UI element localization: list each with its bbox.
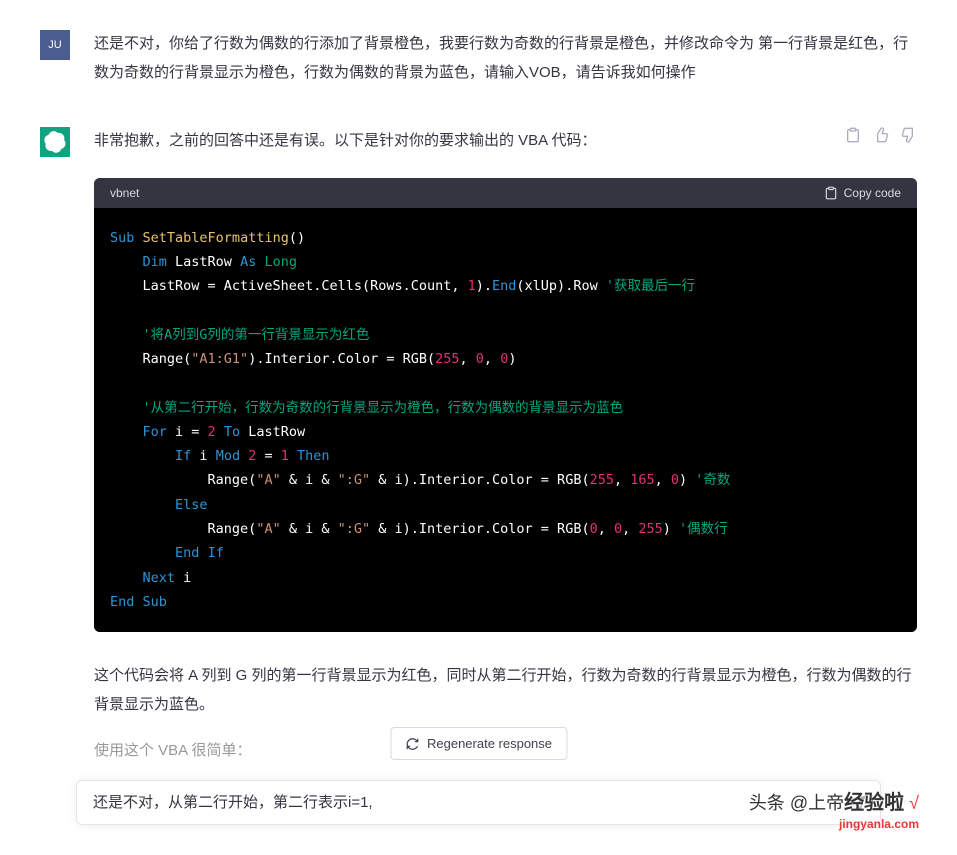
message-actions [845, 127, 917, 143]
regenerate-label: Regenerate response [427, 736, 552, 751]
copy-code-label: Copy code [844, 186, 901, 200]
copy-code-button[interactable]: Copy code [824, 186, 901, 200]
ai-intro-text: 非常抱歉，之前的回答中还是有误。以下是针对你的要求输出的 VBA 代码： [94, 127, 917, 156]
refresh-icon [405, 737, 419, 751]
ai-avatar [40, 127, 70, 157]
user-message-text: 还是不对，你给了行数为偶数的行添加了背景橙色，我要行数为奇数的行背景是橙色，并修… [94, 30, 917, 87]
message-input[interactable] [93, 793, 830, 810]
watermark-sub: jingyanla.com [749, 817, 919, 831]
regenerate-button[interactable]: Regenerate response [390, 727, 567, 760]
code-language-label: vbnet [110, 186, 139, 200]
watermark: 头条 @上帝经验啦 √ jingyanla.com [749, 786, 919, 831]
thumbs-down-icon[interactable] [901, 127, 917, 143]
copy-icon [824, 186, 838, 200]
ai-message-row: 非常抱歉，之前的回答中还是有误。以下是针对你的要求输出的 VBA 代码： vbn… [40, 127, 917, 766]
desc-line-1: 这个代码会将 A 列到 G 列的第一行背景显示为红色，同时从第二行开始，行数为奇… [94, 662, 917, 719]
user-message-row: JU 还是不对，你给了行数为偶数的行添加了背景橙色，我要行数为奇数的行背景是橙色… [40, 30, 917, 87]
clipboard-icon[interactable] [845, 127, 861, 143]
code-body[interactable]: Sub SetTableFormatting() Dim LastRow As … [94, 208, 917, 633]
thumbs-up-icon[interactable] [873, 127, 889, 143]
user-message-content: 还是不对，你给了行数为偶数的行添加了背景橙色，我要行数为奇数的行背景是橙色，并修… [94, 30, 917, 87]
code-block: vbnet Copy code Sub SetTableFormatting()… [94, 178, 917, 633]
ai-message-content: 非常抱歉，之前的回答中还是有误。以下是针对你的要求输出的 VBA 代码： vbn… [94, 127, 917, 766]
code-header: vbnet Copy code [94, 178, 917, 208]
user-avatar: JU [40, 30, 70, 60]
watermark-top: 头条 @上帝经验啦 √ [749, 786, 919, 815]
